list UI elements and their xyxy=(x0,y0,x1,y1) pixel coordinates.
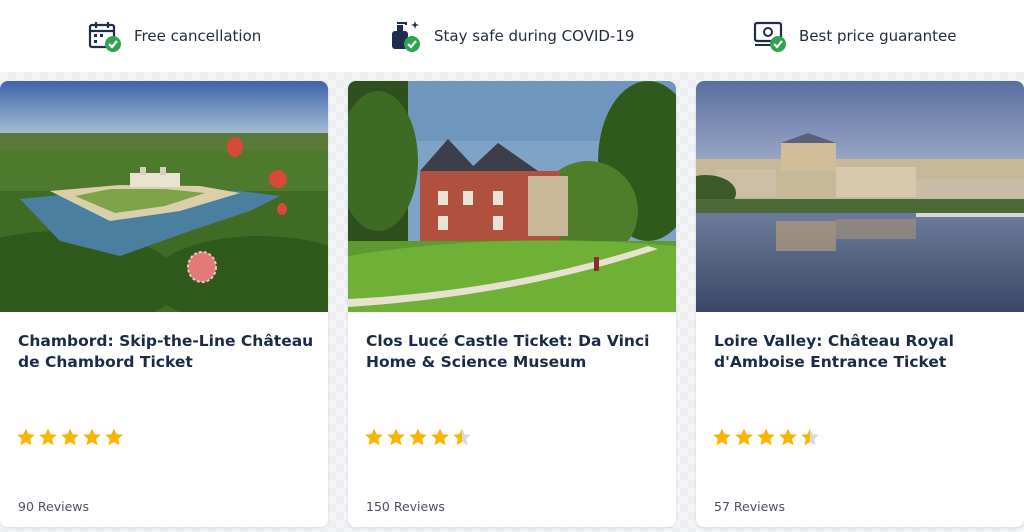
money-check-icon xyxy=(753,19,787,53)
review-count: 57 Reviews xyxy=(714,499,785,514)
rating-stars xyxy=(364,427,474,447)
rating-stars xyxy=(16,427,126,447)
star-full-icon xyxy=(105,428,123,446)
feature-label: Free cancellation xyxy=(134,27,262,45)
calendar-check-icon xyxy=(88,19,122,53)
star-full-icon xyxy=(39,428,57,446)
star-full-icon xyxy=(735,428,753,446)
feature-free-cancellation: Free cancellation xyxy=(88,18,261,54)
star-full-icon xyxy=(409,428,427,446)
product-card[interactable]: Clos Lucé Castle Ticket: Da Vinci Home &… xyxy=(348,81,676,527)
feature-best-price: Best price guarantee xyxy=(753,18,957,54)
star-half-icon xyxy=(453,428,471,446)
card-title[interactable]: Loire Valley: Château Royal d'Amboise En… xyxy=(714,331,1010,373)
feature-label: Best price guarantee xyxy=(799,27,957,45)
card-title[interactable]: Chambord: Skip-the-Line Château de Chamb… xyxy=(18,331,314,373)
star-half-icon xyxy=(801,428,819,446)
rating-stars xyxy=(712,427,822,447)
star-full-icon xyxy=(779,428,797,446)
star-full-icon xyxy=(61,428,79,446)
sanitizer-check-icon xyxy=(388,19,422,53)
card-image-amboise[interactable] xyxy=(696,81,1024,312)
card-image-chambord[interactable] xyxy=(0,81,328,312)
review-count: 150 Reviews xyxy=(366,499,445,514)
star-full-icon xyxy=(757,428,775,446)
star-full-icon xyxy=(387,428,405,446)
star-full-icon xyxy=(431,428,449,446)
features-bar: Free cancellation Stay safe during COVID… xyxy=(0,0,1024,72)
star-full-icon xyxy=(365,428,383,446)
card-image-clos-luce[interactable] xyxy=(348,81,676,312)
star-full-icon xyxy=(713,428,731,446)
product-card[interactable]: Chambord: Skip-the-Line Château de Chamb… xyxy=(0,81,328,527)
feature-covid-safety: Stay safe during COVID-19 xyxy=(388,18,634,54)
card-title[interactable]: Clos Lucé Castle Ticket: Da Vinci Home &… xyxy=(366,331,662,373)
feature-label: Stay safe during COVID-19 xyxy=(434,27,635,45)
star-full-icon xyxy=(17,428,35,446)
star-full-icon xyxy=(83,428,101,446)
review-count: 90 Reviews xyxy=(18,499,89,514)
product-card[interactable]: Loire Valley: Château Royal d'Amboise En… xyxy=(696,81,1024,527)
